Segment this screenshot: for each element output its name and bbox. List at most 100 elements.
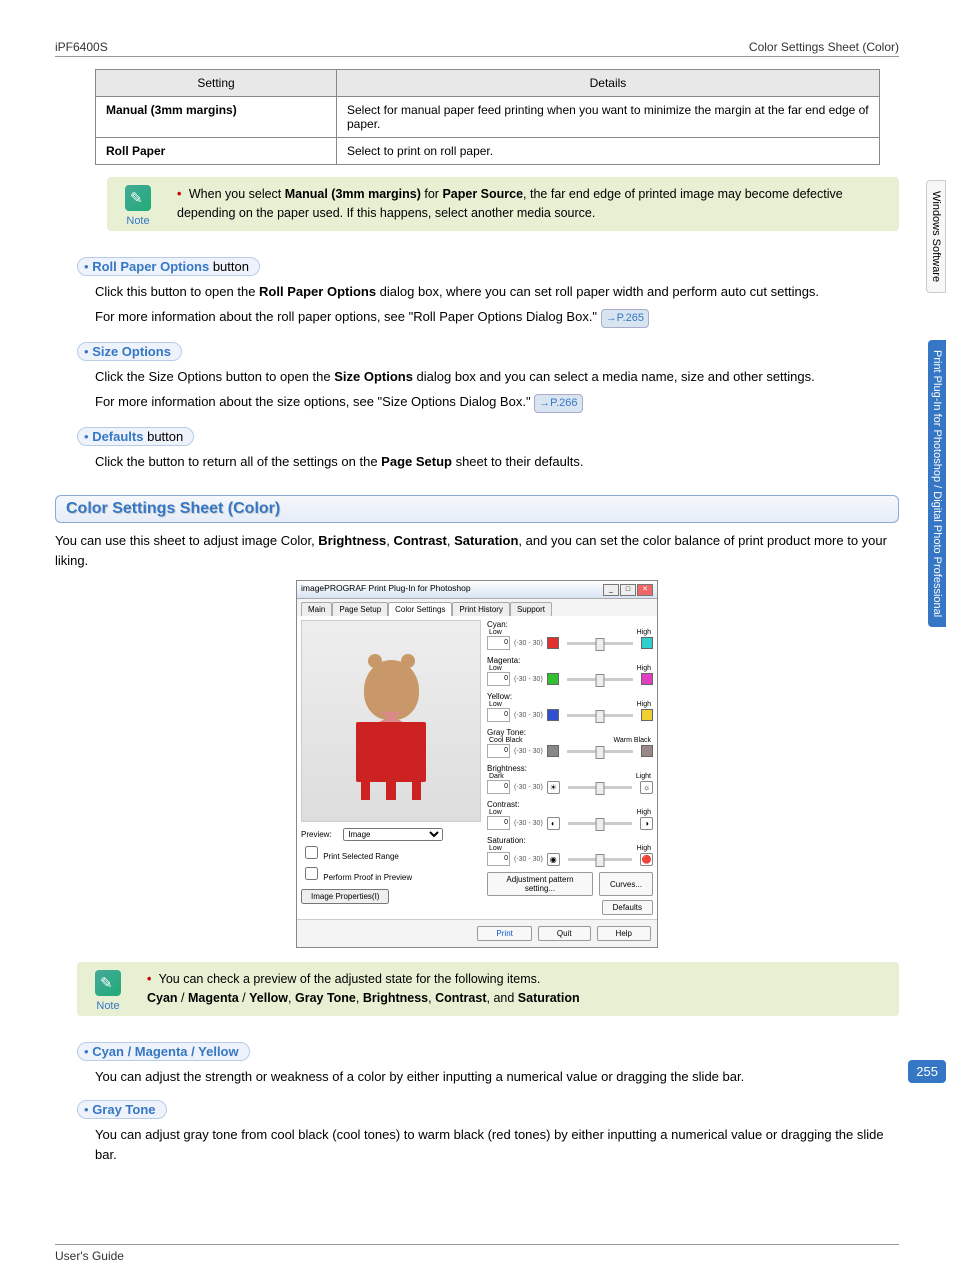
chk-print-selected[interactable]: Print Selected Range	[301, 843, 481, 862]
slider-row: Yellow:LowHigh0(-30 - 30)	[487, 692, 653, 722]
adjustment-pattern-button[interactable]: Adjustment pattern setting...	[487, 872, 593, 896]
roll-paper-options-heading: • Roll Paper Options button	[77, 257, 260, 276]
tab-print-history[interactable]: Print History	[452, 602, 510, 616]
preview-select[interactable]: Image	[343, 828, 443, 841]
spin-input[interactable]: 0	[487, 672, 510, 686]
close-icon[interactable]: ✕	[637, 584, 653, 596]
preview-label: Preview:	[301, 830, 341, 839]
body-text: Click the button to return all of the se…	[95, 452, 899, 472]
note-label: Note	[117, 213, 159, 230]
spin-input[interactable]: 0	[487, 816, 510, 830]
page-ref-link[interactable]: →P.265	[601, 309, 649, 328]
chair-icon	[356, 722, 426, 782]
tab-page-setup[interactable]: Page Setup	[332, 602, 388, 616]
settings-table: Setting Details Manual (3mm margins) Sel…	[95, 69, 880, 165]
body-text: For more information about the size opti…	[95, 392, 899, 413]
image-properties-button[interactable]: Image Properties(I)	[301, 889, 389, 904]
footer-left: User's Guide	[55, 1249, 124, 1263]
spin-input[interactable]: 0	[487, 780, 510, 794]
quit-button[interactable]: Quit	[538, 926, 591, 941]
gray-tone-heading: • Gray Tone	[77, 1100, 167, 1119]
tabs-row: Main Page Setup Color Settings Print His…	[297, 599, 657, 616]
body-text: Click this button to open the Roll Paper…	[95, 282, 899, 302]
defaults-heading: • Defaults button	[77, 427, 194, 446]
slider[interactable]	[568, 822, 632, 825]
th-details: Details	[337, 70, 880, 97]
bullet-icon: •	[177, 187, 181, 201]
note-label: Note	[87, 998, 129, 1015]
right-end-icon: 🔴	[640, 853, 653, 866]
tab-color-settings[interactable]: Color Settings	[388, 602, 452, 616]
slider-row: Gray Tone:Cool BlackWarm Black0(-30 - 30…	[487, 728, 653, 758]
body-text: You can adjust gray tone from cool black…	[95, 1125, 899, 1164]
maximize-icon[interactable]: □	[620, 584, 636, 596]
setting-name: Manual (3mm margins)	[96, 97, 337, 138]
intro-text: You can use this sheet to adjust image C…	[55, 531, 899, 570]
dialog-titlebar: imagePROGRAF Print Plug-In for Photoshop…	[297, 581, 657, 599]
note-icon	[95, 970, 121, 996]
slider[interactable]	[567, 714, 633, 717]
note-icon	[125, 185, 151, 211]
dialog-title: imagePROGRAF Print Plug-In for Photoshop	[301, 583, 471, 596]
right-end-icon: ◑	[640, 817, 653, 830]
defaults-button[interactable]: Defaults	[602, 900, 653, 915]
table-row: Manual (3mm margins) Select for manual p…	[96, 97, 880, 138]
slider-row: Contrast:LowHigh0(-30 - 30)◐◑	[487, 800, 653, 830]
minimize-icon[interactable]: _	[603, 584, 619, 596]
color-swatch-icon	[641, 637, 653, 649]
slider-row: Magenta:LowHigh0(-30 - 30)	[487, 656, 653, 686]
spin-input[interactable]: 0	[487, 852, 510, 866]
th-setting: Setting	[96, 70, 337, 97]
color-swatch-icon	[547, 745, 559, 757]
tab-main[interactable]: Main	[301, 602, 332, 616]
page-footer: User's Guide	[55, 1244, 899, 1263]
slider-row: Brightness:DarkLight0(-30 - 30)☀☼	[487, 764, 653, 794]
setting-details: Select for manual paper feed printing wh…	[337, 97, 880, 138]
body-text: Click the Size Options button to open th…	[95, 367, 899, 387]
left-end-icon: ◉	[547, 853, 560, 866]
tab-support[interactable]: Support	[510, 602, 552, 616]
page-number: 255	[908, 1060, 946, 1083]
header-left: iPF6400S	[55, 40, 108, 54]
spin-input[interactable]: 0	[487, 636, 510, 650]
color-swatch-icon	[547, 709, 559, 721]
table-row: Roll Paper Select to print on roll paper…	[96, 138, 880, 165]
body-text: For more information about the roll pape…	[95, 307, 899, 328]
print-button[interactable]: Print	[477, 926, 531, 941]
side-tab-plugin: Print Plug-In for Photoshop / Digital Ph…	[928, 340, 946, 627]
bullet-icon: •	[147, 972, 151, 986]
setting-name: Roll Paper	[96, 138, 337, 165]
note-box: Note • When you select Manual (3mm margi…	[107, 177, 899, 231]
curves-button[interactable]: Curves...	[599, 872, 653, 896]
help-button[interactable]: Help	[597, 926, 651, 941]
chk-perform-proof[interactable]: Perform Proof in Preview	[301, 864, 481, 883]
color-swatch-icon	[547, 637, 559, 649]
slider[interactable]	[568, 858, 632, 861]
body-text: You can adjust the strength or weakness …	[95, 1067, 899, 1087]
spin-input[interactable]: 0	[487, 744, 510, 758]
left-end-icon: ◐	[547, 817, 560, 830]
slider[interactable]	[568, 786, 632, 789]
color-swatch-icon	[641, 673, 653, 685]
page-header: iPF6400S Color Settings Sheet (Color)	[55, 40, 899, 57]
page-ref-link[interactable]: →P.266	[534, 394, 582, 413]
window-buttons: _□✕	[602, 583, 653, 596]
setting-details: Select to print on roll paper.	[337, 138, 880, 165]
color-swatch-icon	[641, 709, 653, 721]
slider-row: Cyan:LowHigh0(-30 - 30)	[487, 620, 653, 650]
spin-input[interactable]: 0	[487, 708, 510, 722]
preview-image	[301, 620, 481, 822]
color-swatch-icon	[547, 673, 559, 685]
size-options-heading: • Size Options	[77, 342, 182, 361]
section-title-bar: Color Settings Sheet (Color)	[55, 495, 899, 523]
slider[interactable]	[567, 678, 633, 681]
slider[interactable]	[567, 750, 633, 753]
right-end-icon: ☼	[640, 781, 653, 794]
teddy-bear-icon	[364, 660, 419, 720]
dialog-screenshot: imagePROGRAF Print Plug-In for Photoshop…	[296, 580, 658, 948]
cmy-heading: • Cyan / Magenta / Yellow	[77, 1042, 250, 1061]
section-title: Color Settings Sheet (Color)	[66, 500, 280, 517]
slider[interactable]	[567, 642, 633, 645]
left-end-icon: ☀	[547, 781, 560, 794]
header-right: Color Settings Sheet (Color)	[749, 40, 899, 54]
